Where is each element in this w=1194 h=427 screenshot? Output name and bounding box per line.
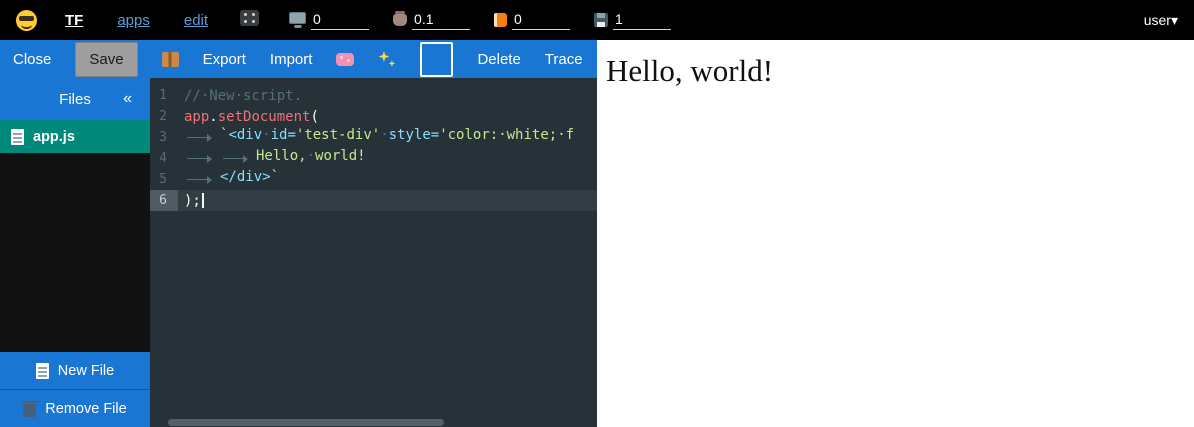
code-line: 5 </div>` [150,169,597,190]
line-number: 2 [150,106,178,127]
meter-book-value[interactable]: 0 [512,11,570,30]
floppy-icon [594,13,608,27]
code-token: id= [271,127,296,143]
meter-jug: 0.1 [393,11,470,30]
code-token: <div [228,127,262,143]
remove-file-label: Remove File [45,401,126,417]
trace-button[interactable]: Trace [545,51,583,68]
sparkles-icon [378,50,396,68]
topbar-meters: 0 0.1 0 1 [289,11,671,30]
code-token: style= [389,127,440,143]
code-token: ( [310,109,318,125]
sponge-icon [336,53,354,66]
meter-book: 0 [494,11,570,30]
tf-link[interactable]: TF [65,12,83,29]
code-content: Hello,·world! [184,148,366,169]
line-number: 5 [150,169,178,190]
code-token: · [307,148,315,164]
tab-whitespace-marker [184,148,220,169]
file-sidebar: Files « app.js New File Remove File [0,78,150,427]
code-editor[interactable]: 1//·New·script.2app.setDocument(3`<div·i… [150,78,597,427]
collapse-sidebar-button[interactable]: « [123,90,132,108]
meter-monitor-value[interactable]: 0 [311,11,369,30]
edit-link[interactable]: edit [184,12,208,29]
code-token: . [209,109,217,125]
file-icon [11,129,24,145]
code-content: //·New·script. [184,88,302,104]
code-line: 1 //·New·script. [150,85,597,106]
empty-slot-button[interactable] [420,42,453,77]
code-line: 4 Hello,·world! [150,148,597,169]
meter-monitor: 0 [289,11,369,30]
code-line: 3 `<div·id='test-div'·style='color:·white… [150,127,597,148]
code-content: `<div·id='test-div'·style='color:·white;… [184,127,574,148]
code-content: ); [184,193,204,209]
meter-jug-value[interactable]: 0.1 [412,11,470,30]
sidebar-background [0,153,150,352]
user-menu[interactable]: user▾ [1144,12,1178,29]
close-button[interactable]: Close [13,51,51,68]
topbar: TF apps edit 0 0.1 0 1 user▾ [0,0,1194,40]
delete-button[interactable]: Delete [477,51,520,68]
preview-panel: Hello, world! [597,40,1194,427]
line-number: 4 [150,148,178,169]
jug-icon [393,14,407,26]
package-icon [162,52,179,67]
code-token: ); [184,193,201,209]
remove-file-button[interactable]: Remove File [0,389,150,427]
code-line: 2 app.setDocument( [150,106,597,127]
new-file-button[interactable]: New File [0,352,150,389]
book-icon [494,13,507,27]
code-content: </div>` [184,169,279,190]
line-number: 3 [150,127,178,148]
line-number: 6 [150,190,178,211]
export-button[interactable]: Export [203,51,246,68]
files-title: Files [59,91,91,108]
code-token: app [184,109,209,125]
new-file-icon [36,363,49,379]
meter-floppy: 1 [594,11,671,30]
code-content: app.setDocument( [184,109,319,125]
editor-app: Close Save Export Import Delete Trace Files «… [0,40,597,427]
files-header: Files « [0,78,150,120]
preview-heading: Hello, world! [606,53,1194,89]
sponge-button[interactable] [336,53,354,66]
monitor-icon [289,12,306,24]
save-button[interactable]: Save [75,42,137,77]
file-item[interactable]: app.js [0,120,150,153]
horizontal-scrollbar[interactable] [168,419,444,426]
editor-main: Files « app.js New File Remove File 1 //·… [0,78,597,427]
code-line: 6); [150,190,597,211]
code-token: setDocument [218,109,311,125]
apps-link[interactable]: apps [117,12,150,29]
tab-whitespace-marker [184,127,220,148]
code-token: 'test-div' [296,127,380,143]
tab-whitespace-marker [220,148,256,169]
code-token: · [262,127,270,143]
text-cursor [202,193,204,208]
code-token: </div> [220,169,271,185]
code-token: //·New·script. [184,88,302,104]
new-file-label: New File [58,363,114,379]
smiley-icon[interactable] [16,10,37,31]
package-button[interactable] [162,52,179,67]
code-token: Hello, [256,148,307,164]
file-list: app.js [0,120,150,153]
sparkles-button[interactable] [378,50,396,68]
import-button[interactable]: Import [270,51,313,68]
code-token: world! [315,148,366,164]
meter-floppy-value[interactable]: 1 [613,11,671,30]
control-knobs-icon[interactable] [240,10,259,26]
code-token: 'color:·white;·f [439,127,574,143]
code-token: · [380,127,388,143]
line-number: 1 [150,85,178,106]
tab-whitespace-marker [184,169,220,190]
file-name: app.js [33,129,75,145]
code-lines: 1//·New·script.2app.setDocument(3`<div·i… [150,78,597,211]
trash-icon [23,404,36,417]
code-token: ` [271,169,279,185]
editor-toolbar: Close Save Export Import Delete Trace [0,40,597,78]
